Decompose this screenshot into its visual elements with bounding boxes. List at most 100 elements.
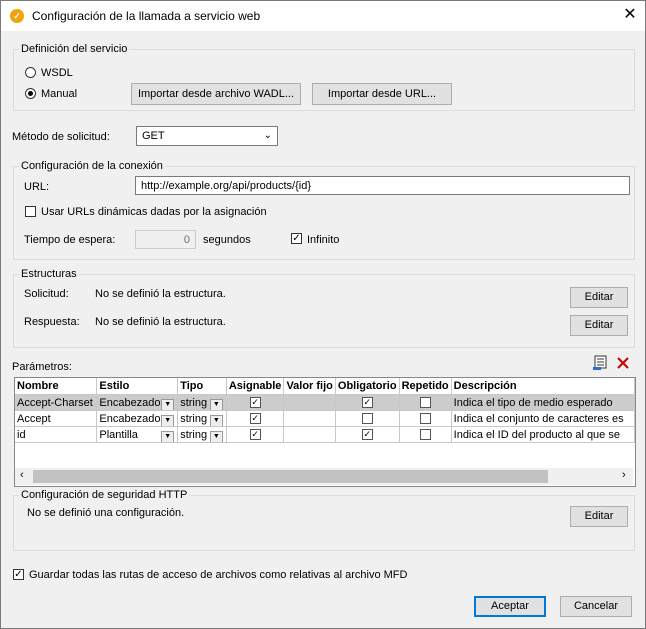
param-style-cell[interactable]: Encabezado ▼ <box>96 394 179 411</box>
wsdl-label: WSDL <box>41 67 73 79</box>
param-style-cell[interactable]: Encabezado ▼ <box>96 410 179 427</box>
request-method-select[interactable]: GET ⌄ <box>136 126 278 146</box>
param-name-cell[interactable]: Accept <box>15 410 98 427</box>
parameters-table[interactable]: Nombre Estilo Tipo Asignable Valor fijo … <box>14 377 636 487</box>
param-assignable-checkbox[interactable]: ✓ <box>249 429 261 441</box>
param-required-cell: ✓ <box>335 426 400 443</box>
url-label: URL: <box>24 181 50 193</box>
param-type-combo[interactable]: string ▼ <box>180 428 224 442</box>
dropdown-arrow-icon[interactable]: ▼ <box>209 398 223 410</box>
security-group <box>13 495 635 551</box>
scroll-left-icon[interactable]: ‹ <box>20 469 24 481</box>
param-assignable-cell: ✓ <box>226 410 285 427</box>
scrollbar-thumb[interactable] <box>33 470 548 483</box>
param-fixed-value-cell[interactable] <box>283 426 336 443</box>
infinite-label: Infinito <box>307 234 340 246</box>
horizontal-scrollbar[interactable]: ‹ › <box>15 468 633 485</box>
request-structure-label: Solicitud: <box>24 288 69 300</box>
infinite-checkbox[interactable]: ✓ <box>291 233 302 244</box>
service-definition-label: Definición del servicio <box>19 43 130 55</box>
table-row[interactable]: Accept-Charset Encabezado ▼ string ▼ ✓ ✓ Indica… <box>15 394 635 411</box>
param-style-cell[interactable]: Plantilla ▼ <box>96 426 179 443</box>
column-header-required[interactable]: Obligatorio <box>335 378 400 395</box>
wsdl-radio[interactable] <box>25 67 36 78</box>
column-header-assignable[interactable]: Asignable <box>226 378 285 395</box>
timeout-input[interactable]: 0 <box>135 230 196 249</box>
param-repeated-checkbox[interactable] <box>419 429 431 441</box>
seconds-label: segundos <box>203 234 251 246</box>
dropdown-arrow-icon[interactable]: ▼ <box>161 414 175 426</box>
title-bar: ✓ Configuración de la llamada a servicio… <box>1 1 645 31</box>
param-type-cell[interactable]: string ▼ <box>177 410 227 427</box>
param-assignable-cell: ✓ <box>226 426 285 443</box>
scroll-right-icon[interactable]: › <box>622 469 626 481</box>
edit-request-button[interactable]: Editar <box>570 287 628 308</box>
param-assignable-checkbox[interactable]: ✓ <box>249 397 261 409</box>
edit-security-button[interactable]: Editar <box>570 506 628 527</box>
add-parameter-icon[interactable] <box>592 355 610 371</box>
param-required-checkbox[interactable] <box>361 413 373 425</box>
param-type-cell[interactable]: string ▼ <box>177 426 227 443</box>
connection-label: Configuración de la conexión <box>19 160 165 172</box>
edit-response-button[interactable]: Editar <box>570 315 628 336</box>
response-structure-value: No se definió la estructura. <box>95 316 226 328</box>
structures-group <box>13 274 635 348</box>
dynamic-url-label: Usar URLs dinámicas dadas por la asignac… <box>41 206 267 218</box>
column-header-repeated[interactable]: Repetido <box>399 378 452 395</box>
param-type-value: string <box>180 412 208 425</box>
param-type-value: string <box>180 396 208 409</box>
column-header-name[interactable]: Nombre <box>15 378 98 395</box>
column-header-style[interactable]: Estilo <box>96 378 179 395</box>
close-icon[interactable]: ✕ <box>619 5 641 25</box>
param-description-cell[interactable]: Indica el tipo de medio esperado <box>451 394 635 411</box>
dropdown-arrow-icon[interactable]: ▼ <box>161 398 175 410</box>
param-type-combo[interactable]: string ▼ <box>180 412 224 426</box>
dropdown-arrow-icon[interactable]: ▼ <box>161 430 175 442</box>
param-type-cell[interactable]: string ▼ <box>177 394 227 411</box>
param-description-cell[interactable]: Indica el conjunto de caracteres es <box>451 410 635 427</box>
param-style-combo[interactable]: Encabezado ▼ <box>99 396 175 410</box>
param-name-cell[interactable]: Accept-Charset <box>15 394 98 411</box>
param-type-value: string <box>180 428 208 441</box>
security-value: No se definió una configuración. <box>27 507 185 519</box>
import-wadl-button[interactable]: Importar desde archivo WADL... <box>131 83 301 105</box>
url-input[interactable]: http://example.org/api/products/{id} <box>135 176 630 195</box>
table-row[interactable]: Accept Encabezado ▼ string ▼ ✓ Indica el conju… <box>15 410 635 427</box>
param-required-checkbox[interactable]: ✓ <box>361 429 373 441</box>
request-structure-value: No se definió la estructura. <box>95 288 226 300</box>
param-repeated-cell <box>399 394 452 411</box>
dropdown-arrow-icon[interactable]: ▼ <box>209 430 223 442</box>
param-style-combo[interactable]: Encabezado ▼ <box>99 413 175 426</box>
table-row[interactable]: id Plantilla ▼ string ▼ ✓ ✓ Indica el ID del pr… <box>15 426 635 443</box>
import-url-button[interactable]: Importar desde URL... <box>312 83 452 105</box>
param-assignable-checkbox[interactable]: ✓ <box>249 413 261 425</box>
save-relative-checkbox[interactable]: ✓ <box>13 569 24 580</box>
param-style-value: Encabezado <box>99 396 161 409</box>
dialog-window: ✓ Configuración de la llamada a servicio… <box>0 0 646 629</box>
param-repeated-checkbox[interactable] <box>419 413 431 425</box>
param-repeated-checkbox[interactable] <box>419 397 431 409</box>
param-required-checkbox[interactable]: ✓ <box>361 397 373 409</box>
cancel-button[interactable]: Cancelar <box>560 596 632 617</box>
request-method-label: Método de solicitud: <box>12 131 110 143</box>
manual-radio[interactable] <box>25 88 36 99</box>
accept-button[interactable]: Aceptar <box>474 596 546 617</box>
param-fixed-value-cell[interactable] <box>283 410 336 427</box>
dropdown-arrow-icon[interactable]: ▼ <box>209 414 223 426</box>
column-header-description[interactable]: Descripción <box>451 378 635 395</box>
security-label: Configuración de seguridad HTTP <box>19 489 190 501</box>
save-relative-label: Guardar todas las rutas de acceso de arc… <box>29 569 408 581</box>
timeout-label: Tiempo de espera: <box>24 234 116 246</box>
param-name-cell[interactable]: id <box>15 426 98 443</box>
column-header-fixed-value[interactable]: Valor fijo <box>283 378 336 395</box>
dynamic-url-checkbox[interactable] <box>25 206 36 217</box>
param-description-cell[interactable]: Indica el ID del producto al que se <box>451 426 635 443</box>
chevron-down-icon: ⌄ <box>263 130 272 141</box>
column-header-type[interactable]: Tipo <box>177 378 227 395</box>
parameters-label: Parámetros: <box>12 361 72 373</box>
param-fixed-value-cell[interactable] <box>283 394 336 411</box>
param-style-combo[interactable]: Plantilla ▼ <box>99 429 175 442</box>
delete-parameter-icon[interactable] <box>616 356 630 370</box>
manual-label: Manual <box>41 88 78 100</box>
param-type-combo[interactable]: string ▼ <box>180 396 224 410</box>
